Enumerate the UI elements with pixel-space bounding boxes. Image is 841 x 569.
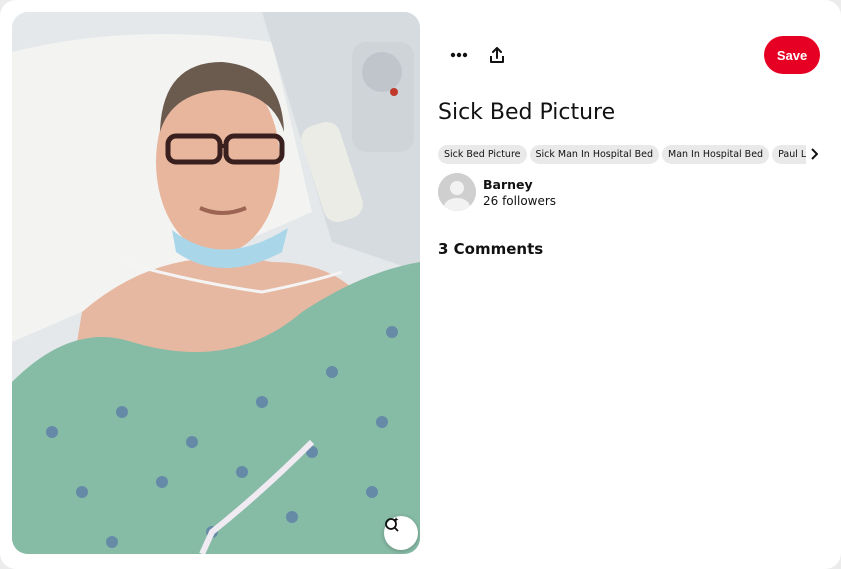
share-button[interactable] bbox=[478, 36, 516, 74]
pin-image[interactable] bbox=[12, 12, 420, 554]
author-followers: 26 followers bbox=[483, 194, 557, 208]
pin-photo-illustration bbox=[12, 12, 420, 554]
more-horizontal-icon bbox=[450, 52, 468, 58]
tag-chip[interactable]: Man In Hospital Bed bbox=[662, 145, 770, 164]
comments-heading[interactable]: 3 Comments bbox=[438, 240, 543, 258]
save-button[interactable]: Save bbox=[764, 36, 820, 74]
author-name[interactable]: Barney bbox=[483, 177, 533, 192]
tag-chip[interactable]: Sick Man In Hospital Bed bbox=[529, 145, 659, 164]
pin-toolbar: Save bbox=[440, 36, 820, 74]
pin-title: Sick Bed Picture bbox=[438, 100, 616, 125]
share-upload-icon bbox=[490, 47, 504, 63]
visual-search-icon bbox=[385, 517, 399, 532]
visual-search-button[interactable] bbox=[384, 516, 418, 550]
avatar[interactable] bbox=[438, 173, 476, 211]
author-info: Barney 26 followers bbox=[438, 173, 638, 213]
chevron-right-icon bbox=[811, 148, 818, 160]
tags-scroll-right-button[interactable] bbox=[806, 144, 822, 164]
default-avatar-icon bbox=[438, 173, 476, 211]
more-options-button[interactable] bbox=[440, 36, 478, 74]
tag-chip[interactable]: Sick Bed Picture bbox=[438, 145, 527, 164]
pin-closeup-card: Save Sick Bed Picture Sick Bed Picture Si… bbox=[0, 0, 841, 569]
tag-list: Sick Bed Picture Sick Man In Hospital Bed… bbox=[438, 144, 820, 164]
